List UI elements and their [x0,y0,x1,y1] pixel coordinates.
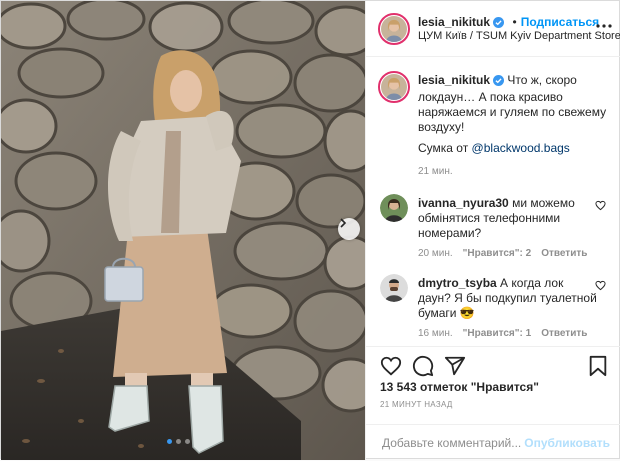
comment-reply-button[interactable]: Ответить [541,248,587,259]
post-location[interactable]: ЦУМ Київ / TSUM Kyiv Department Store [418,30,620,42]
commenter-avatar-image [380,194,408,222]
comment-like-heart-icon[interactable] [595,280,606,291]
comment-input[interactable] [380,435,534,451]
bookmark-icon[interactable] [588,355,608,377]
carousel-dot [176,439,181,444]
likes-count[interactable]: 13 543 отметок "Нравится" [380,380,539,394]
commenter-avatar-image [380,274,408,302]
follow-button[interactable]: Подписаться [521,15,599,29]
comment-meta: 20 мин. "Нравится": 2 Ответить [418,248,597,259]
post-photo[interactable] [1,1,365,460]
caption-avatar-image [381,74,407,100]
caption-bag-line: Сумка от @blackwood.bags [418,141,608,156]
author-username[interactable]: lesia_nikituk [418,15,490,29]
verified-icon [493,75,505,90]
heart-icon[interactable] [380,355,402,377]
caption-text-block: lesia_nikituk Что ж, скоро локдаун… А по… [418,73,608,135]
comment-time[interactable]: 20 мин. [418,248,453,259]
carousel-dot [167,439,172,444]
comment-meta: 16 мин. "Нравится": 1 Ответить [418,328,597,339]
publish-button[interactable]: Опубликовать [524,436,610,450]
commenter-avatar[interactable] [380,194,408,222]
post-actions: 13 543 отметок "Нравится" 21 минут назад… [366,346,620,460]
chevron-right-icon [340,218,347,228]
instagram-post: lesia_nikituk • Подписаться ЦУМ Київ / TS… [0,0,620,460]
comment-likes-count[interactable]: "Нравится": 2 [463,248,532,259]
comment-likes-count[interactable]: "Нравится": 1 [463,328,532,339]
carousel-dot [185,439,190,444]
carousel-next-button[interactable] [338,218,360,240]
comment-text-block: dmytro_tsyba А когда лок даун? Я бы подк… [418,276,598,321]
author-avatar-image [381,16,407,42]
share-icon[interactable] [444,355,466,377]
comment-username[interactable]: ivanna_nyura30 [418,196,509,210]
header-separator: • [512,15,517,29]
comment-time[interactable]: 16 мин. [418,328,453,339]
post-header: lesia_nikituk • Подписаться ЦУМ Київ / TS… [366,1,620,57]
carousel-indicator [167,439,190,444]
more-horizontal-icon [596,24,612,28]
comment-reply-button[interactable]: Ответить [541,328,587,339]
caption-time[interactable]: 21 мин. [418,166,453,177]
author-avatar[interactable] [378,13,410,45]
comment-icon[interactable] [412,355,434,377]
photo-image [1,1,365,460]
comment-text-block: ivanna_nyura30 ми можемо обмінятися теле… [418,196,598,241]
post-panel: lesia_nikituk • Подписаться ЦУМ Київ / TS… [365,1,620,460]
comment-like-heart-icon[interactable] [595,200,606,211]
comment-username[interactable]: dmytro_tsyba [418,276,497,290]
more-options-button[interactable] [596,15,612,31]
add-comment-bar: Опубликовать [366,424,620,461]
posted-time[interactable]: 21 минут назад [380,400,453,409]
caption-avatar[interactable] [378,71,410,103]
commenter-avatar[interactable] [380,274,408,302]
comments-list[interactable]: lesia_nikituk Что ж, скоро локдаун… А по… [366,58,620,346]
caption-username[interactable]: lesia_nikituk [418,73,490,87]
bag-mention-link[interactable]: @blackwood.bags [472,141,570,155]
caption-bag-prefix: Сумка от [418,141,472,155]
